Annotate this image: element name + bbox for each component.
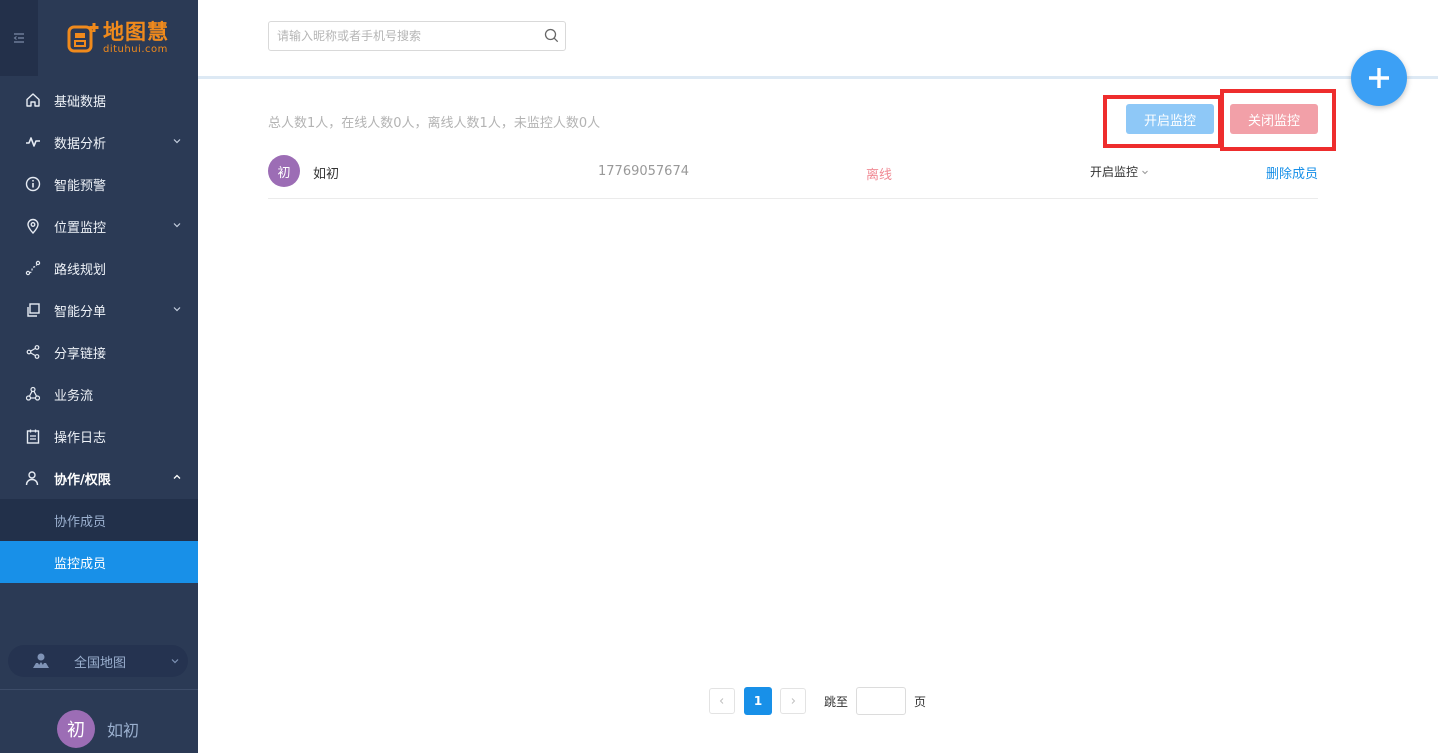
current-user[interactable]: 初 如初 xyxy=(57,710,139,748)
sidebar-subitem-monitor-members[interactable]: 监控成员 xyxy=(0,541,198,583)
sidebar-item-smart-dispatch[interactable]: 智能分单 xyxy=(0,289,198,331)
chevron-down-icon xyxy=(173,139,181,144)
location-pin-icon xyxy=(24,217,42,235)
chevron-down-icon xyxy=(173,223,181,228)
share-icon xyxy=(24,343,42,361)
sidebar-item-label: 数据分析 xyxy=(54,136,107,152)
sidebar-item-label: 分享链接 xyxy=(54,346,107,362)
user-icon xyxy=(24,469,42,487)
pagination: 1 跳至 页 xyxy=(709,687,926,715)
sidebar-subitem-label: 监控成员 xyxy=(54,556,107,572)
status-badge: 离线 xyxy=(866,168,893,183)
home-icon xyxy=(24,91,42,109)
jump-to-label: 跳至 xyxy=(824,694,849,709)
header-divider xyxy=(198,76,1438,79)
sidebar-subitem-label: 协作成员 xyxy=(54,514,107,530)
page-suffix-label: 页 xyxy=(914,694,927,709)
sidebar-menu: 基础数据 数据分析 智能预警 位置监控 路线规划 智能分单 分享链接 业务流 操… xyxy=(0,79,198,583)
monitor-select[interactable]: 开启监控 xyxy=(1090,163,1149,180)
table-row: 初 如初 17769057674 离线 开启监控 删除成员 xyxy=(268,150,1318,199)
sidebar-item-location-monitor[interactable]: 位置监控 xyxy=(0,205,198,247)
info-circle-icon xyxy=(24,175,42,193)
clipboard-icon xyxy=(24,427,42,445)
sidebar-item-label: 协作/权限 xyxy=(54,472,111,488)
member-search xyxy=(268,21,566,51)
chevron-up-icon xyxy=(173,474,181,479)
page-jump-input[interactable] xyxy=(856,687,907,715)
route-icon xyxy=(24,259,42,277)
sidebar-item-data-analysis[interactable]: 数据分析 xyxy=(0,121,198,163)
plus-icon xyxy=(1369,68,1389,88)
avatar: 初 xyxy=(268,155,300,187)
sidebar-item-label: 位置监控 xyxy=(54,220,107,236)
analytics-wave-icon xyxy=(24,133,42,151)
chevron-down-icon xyxy=(173,307,181,312)
chevron-down-icon xyxy=(1142,170,1148,174)
dituhui-logo-icon xyxy=(67,23,99,53)
chevron-left-icon xyxy=(719,698,724,704)
copy-icon xyxy=(24,301,42,319)
sidebar-item-label: 路线规划 xyxy=(54,262,107,278)
sidebar-item-smart-alert[interactable]: 智能预警 xyxy=(0,163,198,205)
monitor-select-value: 开启监控 xyxy=(1090,165,1139,179)
search-input[interactable] xyxy=(269,22,545,50)
workflow-icon xyxy=(24,385,42,403)
next-page-button[interactable] xyxy=(780,688,806,714)
sidebar-item-label: 操作日志 xyxy=(54,430,107,446)
sidebar-collapse-button[interactable] xyxy=(0,0,38,76)
menu-fold-icon xyxy=(13,33,24,43)
sidebar-item-operation-log[interactable]: 操作日志 xyxy=(0,415,198,457)
chevron-right-icon xyxy=(791,698,796,704)
highlight-box-stop-monitor xyxy=(1220,89,1336,151)
brand-domain: dituhui.com xyxy=(103,43,168,55)
add-button[interactable] xyxy=(1351,50,1407,106)
member-name: 如初 xyxy=(313,167,340,182)
map-region-select[interactable]: 全国地图 xyxy=(8,645,188,677)
member-summary: 总人数1人，在线人数0人，离线人数1人，未监控人数0人 xyxy=(268,116,601,131)
sidebar-subitem-collab-members[interactable]: 协作成员 xyxy=(0,499,198,541)
sidebar-item-label: 智能预警 xyxy=(54,178,107,194)
avatar: 初 xyxy=(57,710,95,748)
sidebar-item-workflow[interactable]: 业务流 xyxy=(0,373,198,415)
remove-member-link[interactable]: 删除成员 xyxy=(1266,163,1318,182)
sidebar-item-label: 业务流 xyxy=(54,388,94,404)
page-number-current[interactable]: 1 xyxy=(744,687,772,715)
map-user-icon xyxy=(33,653,49,668)
sidebar-item-basic-data[interactable]: 基础数据 xyxy=(0,79,198,121)
sidebar-item-share-link[interactable]: 分享链接 xyxy=(0,331,198,373)
brand-logo[interactable]: 地图慧 dituhui.com xyxy=(38,0,198,76)
sidebar: 地图慧 dituhui.com 基础数据 数据分析 智能预警 位置监控 路线规划… xyxy=(0,0,198,753)
sidebar-item-label: 智能分单 xyxy=(54,304,107,320)
user-name: 如初 xyxy=(107,721,140,740)
sidebar-item-label: 基础数据 xyxy=(54,94,107,110)
brand-name: 地图慧 xyxy=(103,19,169,44)
map-region-label: 全国地图 xyxy=(74,655,127,671)
prev-page-button[interactable] xyxy=(709,688,735,714)
highlight-box-start-monitor xyxy=(1103,95,1222,148)
sidebar-item-route-planning[interactable]: 路线规划 xyxy=(0,247,198,289)
search-icon[interactable] xyxy=(544,28,559,43)
chevron-down-icon xyxy=(171,659,179,664)
member-phone: 17769057674 xyxy=(598,164,689,179)
sidebar-divider xyxy=(0,689,198,690)
sidebar-item-collab-permission[interactable]: 协作/权限 xyxy=(0,457,198,499)
